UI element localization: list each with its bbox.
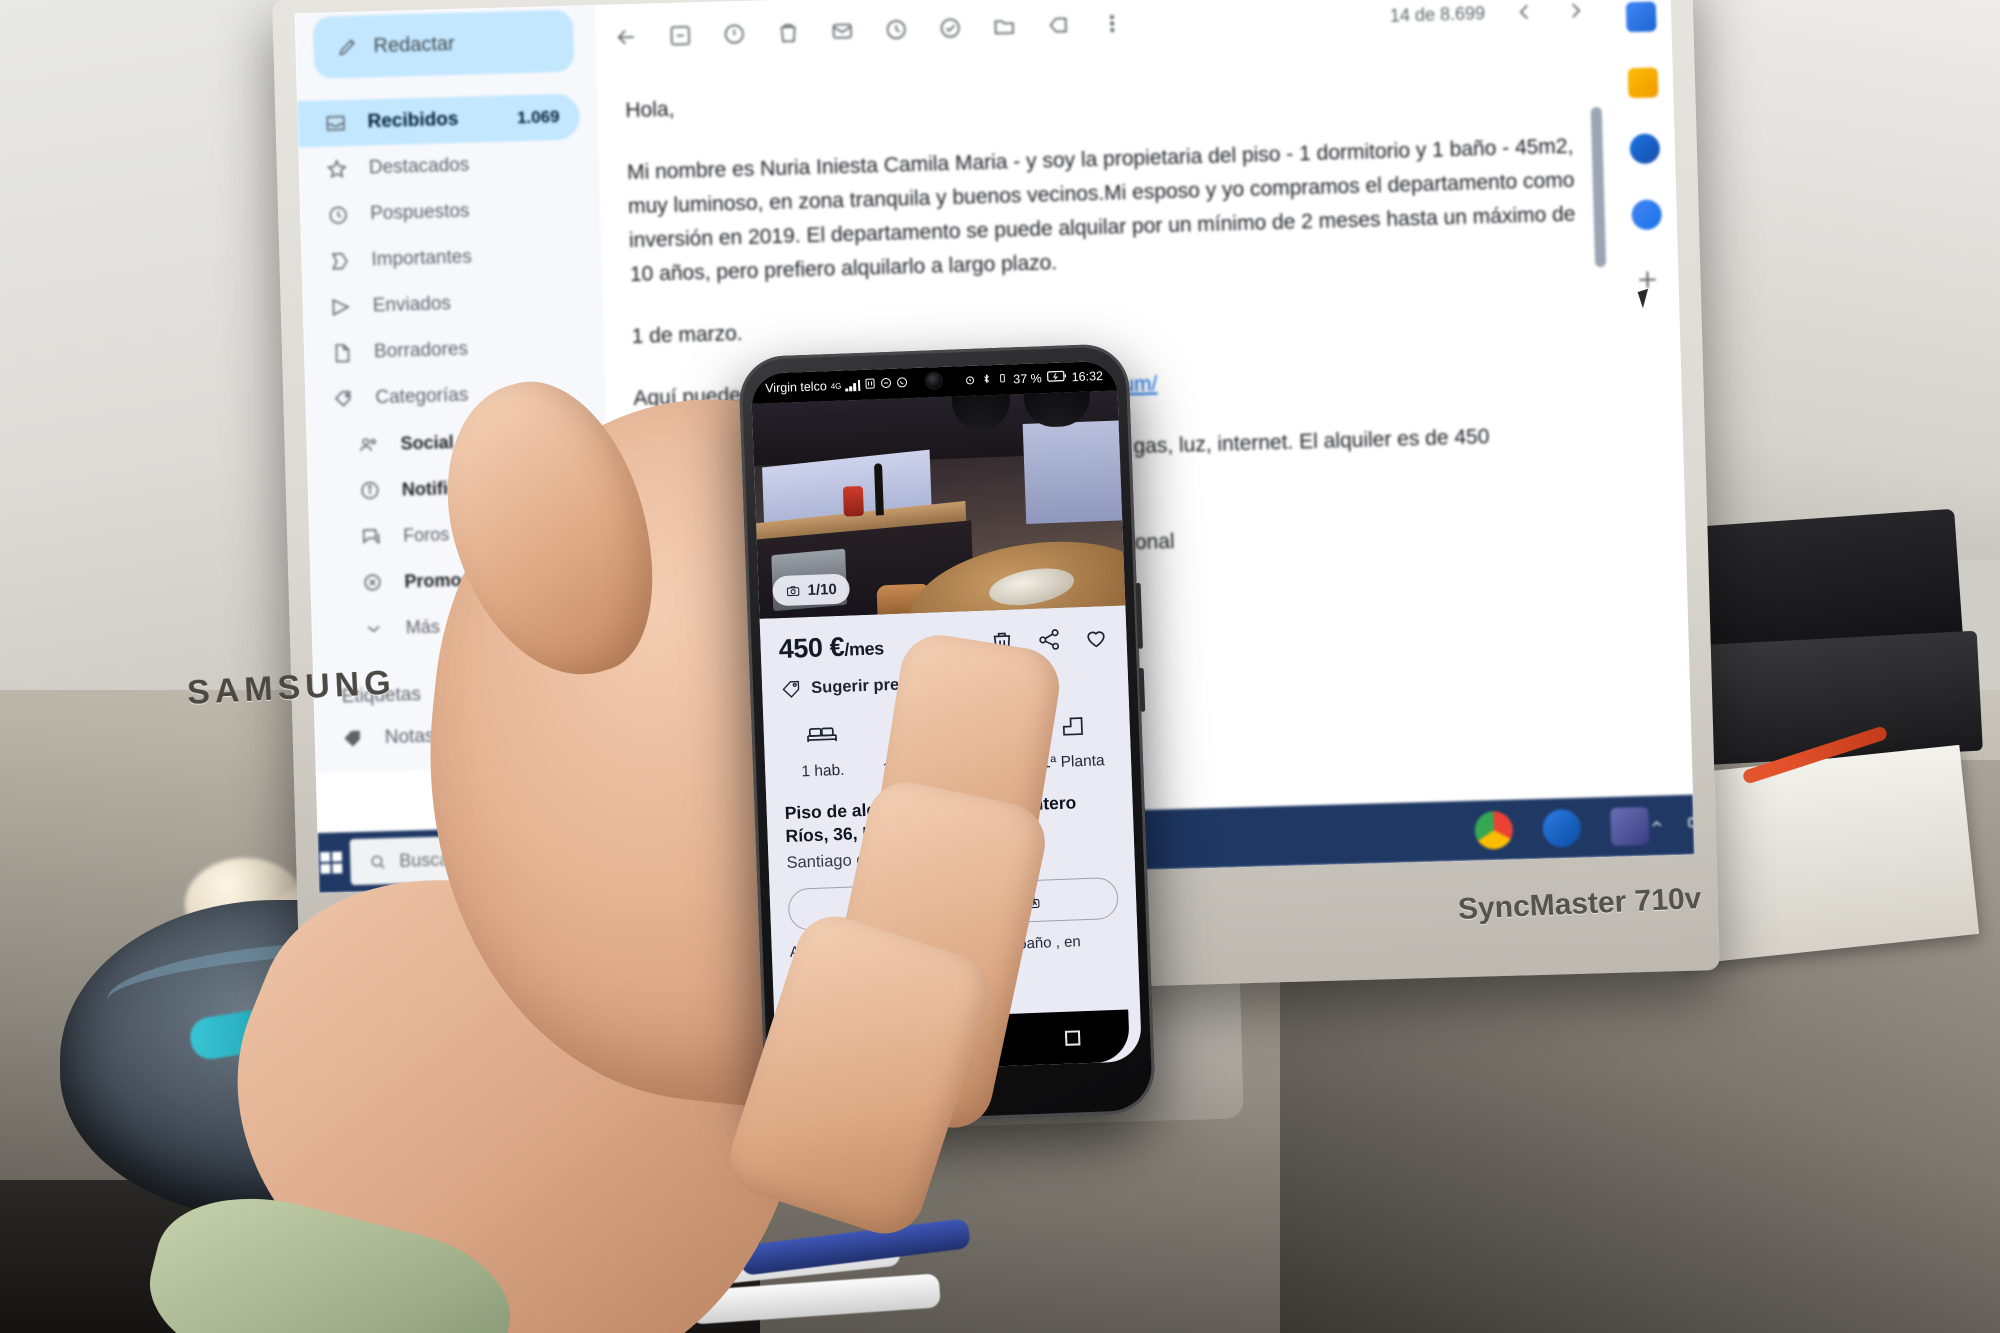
taskbar-apps	[1474, 806, 1650, 850]
info-icon	[358, 478, 383, 503]
add-task-icon[interactable]	[937, 15, 964, 42]
chrome-icon[interactable]	[1474, 810, 1514, 850]
photo-right-wall	[1022, 420, 1123, 524]
bed-icon	[806, 727, 837, 743]
recents-nav-icon[interactable]	[1064, 1029, 1081, 1046]
sidebar-item-recibidos[interactable]: Recibidos 1.069	[297, 93, 581, 148]
price-period: /mes	[844, 638, 885, 660]
dnd-icon	[880, 376, 893, 391]
sidebar-label: Foros	[402, 523, 450, 546]
price-value: 450 €	[778, 631, 845, 665]
camera-icon	[786, 585, 800, 596]
photo-count-label: 1/10	[807, 580, 838, 599]
carrier-name: Virgin telco	[764, 379, 828, 396]
chevron-right-icon[interactable]	[1563, 0, 1590, 24]
calendar-icon[interactable]	[1625, 1, 1657, 33]
vibrate-icon	[997, 373, 1009, 387]
sidebar-label: Notas	[384, 725, 435, 749]
offer-icon	[360, 570, 385, 595]
sidebar-item-enviados[interactable]: Enviados	[302, 277, 585, 331]
contacts-icon[interactable]	[1631, 199, 1663, 231]
keep-icon[interactable]	[1627, 67, 1659, 99]
sidebar-label: Categorías	[375, 384, 469, 409]
listing-photo[interactable]: 1/10	[751, 390, 1126, 619]
app2-icon[interactable]	[1542, 808, 1582, 848]
people-icon	[356, 432, 381, 457]
sidebar-count: 1.069	[516, 107, 560, 128]
sidebar-label: Pospuestos	[369, 200, 470, 225]
tag-icon	[331, 387, 356, 412]
sidebar-item-borradores[interactable]: Borradores	[303, 323, 586, 377]
tasks-icon[interactable]	[1629, 133, 1661, 165]
clock-icon	[326, 203, 351, 228]
snooze-icon[interactable]	[883, 16, 910, 43]
sidebar-label: Importantes	[371, 246, 473, 271]
sidebar-label: Más	[405, 616, 441, 638]
star-icon	[325, 157, 350, 182]
label-icon	[341, 727, 366, 752]
label-icon[interactable]	[1045, 12, 1072, 39]
draft-icon	[330, 341, 355, 366]
status-right-group: 37 % 16:32	[964, 369, 1103, 389]
back-arrow-icon[interactable]	[613, 24, 640, 51]
inbox-icon	[323, 111, 348, 136]
email-greeting: Hola,	[625, 97, 675, 123]
compose-button[interactable]: Redactar	[312, 9, 575, 79]
email-paragraph-1: Mi nombre es Nuria Iniesta Camila Maria …	[626, 134, 1576, 287]
whatsapp-icon	[896, 376, 909, 391]
alarm-icon	[964, 373, 977, 388]
signal-strength-icon	[845, 379, 861, 391]
listing-price: 450 €/mes	[778, 630, 884, 665]
mark-unread-icon[interactable]	[829, 18, 856, 45]
carrier-group: Virgin telco 4G	[765, 376, 909, 396]
sidebar-item-importantes[interactable]: Importantes	[301, 231, 584, 285]
delete-icon[interactable]	[775, 19, 802, 46]
network-icon[interactable]	[1686, 813, 1695, 836]
bluetooth-icon	[981, 373, 993, 387]
sidebar-label: Borradores	[373, 338, 469, 363]
windows-start-icon[interactable]	[317, 832, 345, 893]
compose-label: Redactar	[373, 32, 455, 57]
archive-icon[interactable]	[667, 22, 694, 49]
floor-plan-icon	[1063, 717, 1084, 736]
app3-icon[interactable]	[1610, 806, 1650, 846]
feature-bedrooms: 1 hab.	[781, 719, 863, 782]
pencil-icon	[335, 35, 360, 60]
sidebar-label: Social	[400, 431, 454, 454]
chevron-down-icon	[361, 616, 386, 641]
battery-charging-icon	[1046, 370, 1066, 385]
share-icon[interactable]	[1036, 627, 1062, 653]
taskbar-tray: 16:42 26/03/2024	[1648, 800, 1695, 845]
important-icon	[327, 249, 352, 274]
report-spam-icon[interactable]	[721, 21, 748, 48]
network-type-label: 4G	[830, 381, 842, 391]
favorite-heart-icon[interactable]	[1083, 625, 1109, 651]
forum-icon	[359, 524, 384, 549]
sidebar-item-destacados[interactable]: Destacados	[298, 139, 581, 193]
message-counter: 14 de 8.699	[1389, 2, 1486, 26]
price-tag-icon	[782, 680, 800, 698]
more-options-icon[interactable]	[1099, 10, 1126, 37]
nfc-icon	[864, 377, 877, 392]
battery-percent: 37 %	[1012, 371, 1042, 387]
chevron-left-icon[interactable]	[1511, 0, 1538, 25]
show-hidden-icons[interactable]	[1649, 816, 1666, 835]
feature-value: 1 hab.	[801, 761, 845, 781]
send-icon	[328, 295, 353, 320]
photo-kettle	[842, 485, 864, 517]
sidebar-item-pospuestos[interactable]: Pospuestos	[300, 185, 583, 239]
sidebar-label: Destacados	[368, 154, 470, 179]
phone-clock: 16:32	[1071, 369, 1104, 385]
sidebar-label: Recibidos	[367, 108, 459, 133]
photo-counter-badge[interactable]: 1/10	[772, 573, 851, 607]
background-wall-left	[0, 0, 300, 760]
sidebar-label: Enviados	[372, 293, 452, 317]
message-counter-group: 14 de 8.699	[1390, 0, 1612, 29]
move-to-icon[interactable]	[991, 13, 1018, 40]
front-camera	[926, 372, 942, 389]
